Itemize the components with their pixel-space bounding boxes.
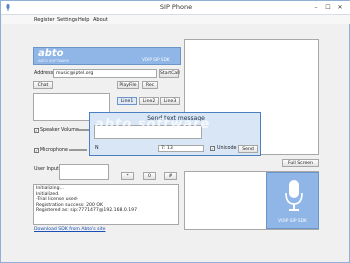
- unicode-label: Unicode: [217, 146, 237, 151]
- recipient-number-input[interactable]: 7: 13: [158, 145, 204, 152]
- user-input-field[interactable]: [59, 164, 109, 180]
- banner-product: VOIP SIP SDK: [142, 57, 170, 62]
- line1-button[interactable]: Line1: [117, 97, 137, 105]
- maximize-button[interactable]: ☐: [323, 4, 333, 12]
- window-title: SIP Phone: [159, 3, 193, 11]
- banner-brand-sub: ABTO SOFTWARE: [38, 59, 69, 63]
- line2-button[interactable]: Line2: [139, 97, 159, 105]
- start-call-button[interactable]: StartCall: [159, 69, 180, 78]
- sdk-logo-panel: VOIP SIP SDK: [266, 172, 319, 229]
- to-label: N: [95, 146, 99, 151]
- download-sdk-link[interactable]: Download SDK from Abto's site: [34, 227, 105, 232]
- user-input-label: User Input: [34, 167, 59, 172]
- chat-button[interactable]: Chat: [33, 81, 53, 89]
- microphone-logo-icon: [285, 180, 303, 211]
- speaker-volume-label: Speaker Volume: [40, 128, 79, 133]
- rec-button[interactable]: Rec: [142, 81, 158, 89]
- microphone-label: Microphone: [40, 148, 68, 153]
- key-0[interactable]: 0: [143, 172, 156, 180]
- playfile-button[interactable]: PlayFile: [117, 81, 139, 89]
- microphone-slider[interactable]: [69, 149, 87, 151]
- unicode-checkbox[interactable]: ✓: [210, 146, 215, 151]
- line3-button[interactable]: Line3: [160, 97, 180, 105]
- menu-register[interactable]: Register: [34, 17, 55, 23]
- speaker-volume-slider[interactable]: [75, 129, 89, 131]
- address-input[interactable]: music@iptel.org: [53, 69, 157, 78]
- banner-brand: abto: [38, 48, 64, 59]
- close-button[interactable]: ✕: [335, 4, 345, 12]
- menu-about[interactable]: About: [93, 17, 108, 23]
- microphone-checkbox[interactable]: ✓: [34, 148, 39, 153]
- status-log: Initializing... Initialized. -Trial lice…: [33, 184, 179, 225]
- key-star[interactable]: *: [121, 172, 134, 180]
- key-hash[interactable]: #: [164, 172, 177, 180]
- full-screen-button[interactable]: Full Screen: [282, 159, 319, 167]
- logo-product: VOIP SIP SDK: [278, 219, 307, 224]
- send-button[interactable]: Send: [238, 145, 258, 153]
- log-line: Registered as: sip:7771477@192.168.0.197: [36, 208, 138, 214]
- speaker-volume-checkbox[interactable]: ✓: [34, 128, 39, 133]
- menu-settings[interactable]: Settings: [57, 17, 78, 23]
- abto-watermark: abto software: [95, 117, 211, 132]
- address-label: Address:: [34, 71, 55, 76]
- minimize-button[interactable]: –: [311, 4, 321, 12]
- abto-banner: abto ABTO SOFTWARE VOIP SIP SDK: [33, 47, 181, 65]
- title-bar: SIP Phone – ☐ ✕: [1, 1, 350, 15]
- sip-phone-window: SIP Phone – ☐ ✕ Register Settings Help A…: [0, 0, 350, 263]
- menu-help[interactable]: Help: [78, 17, 89, 23]
